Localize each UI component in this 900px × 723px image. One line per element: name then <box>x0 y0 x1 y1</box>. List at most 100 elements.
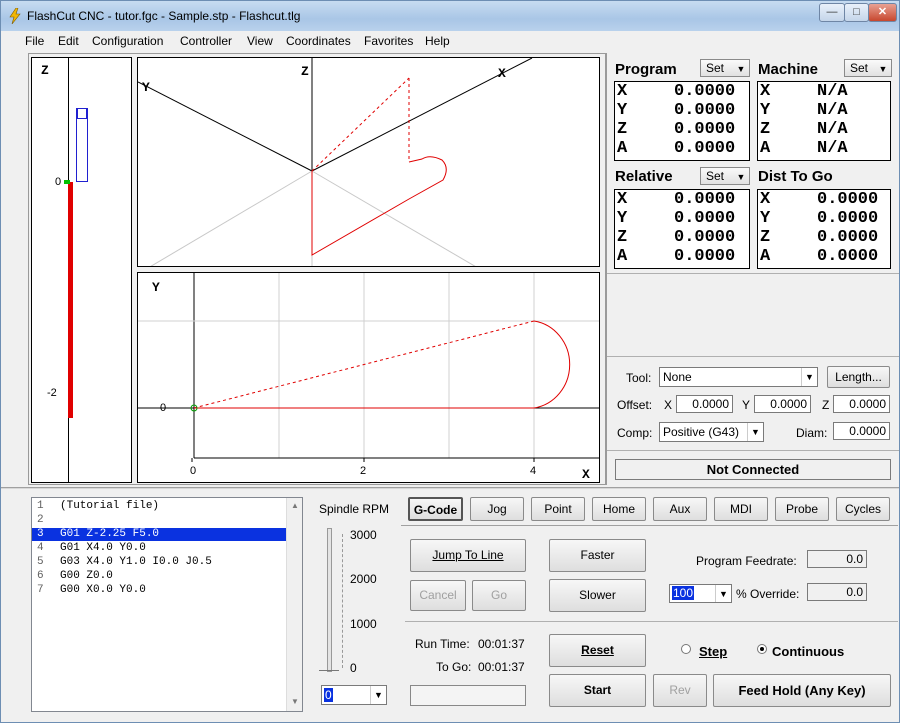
tab-point[interactable]: Point <box>531 497 585 521</box>
program-set-button[interactable]: Set ▼ <box>700 59 750 77</box>
machine-row-x-value: N/A <box>817 82 848 101</box>
z-tick-minus2: -2 <box>47 387 57 399</box>
menu-coordinates[interactable]: Coordinates <box>286 34 351 48</box>
spindle-tick-0: 0 <box>350 661 357 675</box>
close-button[interactable]: ✕ <box>868 3 897 22</box>
offset-z-field[interactable]: 0.0000 <box>833 395 890 413</box>
spindle-slider-track[interactable] <box>327 528 332 672</box>
start-button[interactable]: Start <box>549 674 646 707</box>
gcode-list[interactable]: 1 (Tutorial file) 2 3 G01 Z-2.25 F5.0 4 G01… <box>31 497 303 712</box>
menu-view[interactable]: View <box>247 34 273 48</box>
dist-row-y-value: 0.0000 <box>817 209 879 228</box>
step-radio[interactable] <box>681 644 691 654</box>
scroll-down-icon[interactable]: ▼ <box>287 694 302 710</box>
program-row-x-axis: X <box>617 82 628 101</box>
jump-to-line-button[interactable]: Jump To Line <box>410 539 526 572</box>
dist-row-z-value: 0.0000 <box>817 228 879 247</box>
menu-controller[interactable]: Controller <box>180 34 232 48</box>
program-row-x-value: 0.0000 <box>674 82 736 101</box>
to-go-label: To Go: <box>436 660 472 674</box>
scroll-up-icon[interactable]: ▲ <box>287 498 302 514</box>
machine-row-y-axis: Y <box>760 101 771 120</box>
iso-view-canvas <box>138 58 533 266</box>
spindle-select[interactable]: 0 ▼ <box>321 685 387 705</box>
spindle-tick-1000: 1000 <box>350 617 377 631</box>
gcode-line-2[interactable]: 2 <box>32 514 286 527</box>
spindle-slider-thumb[interactable] <box>319 661 339 671</box>
tab-probe[interactable]: Probe <box>775 497 829 521</box>
tool-label: Tool: <box>626 371 652 385</box>
diam-label: Diam: <box>796 426 828 440</box>
gcode-line-3-selected[interactable]: 3 G01 Z-2.25 F5.0 <box>32 528 286 541</box>
machine-row-y-value: N/A <box>817 101 848 120</box>
window-title: FlashCut CNC - tutor.fgc - Sample.stp - … <box>27 9 301 23</box>
spindle-tick-2000: 2000 <box>350 572 377 586</box>
diam-field[interactable]: 0.0000 <box>833 422 890 440</box>
program-row-a-value: 0.0000 <box>674 139 736 158</box>
machine-title: Machine <box>758 61 819 78</box>
menu-help[interactable]: Help <box>425 34 450 48</box>
chevron-down-icon: ▼ <box>801 368 817 386</box>
reset-button[interactable]: Reset <box>549 634 646 667</box>
tool-divider <box>607 356 899 357</box>
chevron-down-icon: ▼ <box>736 64 746 74</box>
tab-home[interactable]: Home <box>592 497 646 521</box>
relative-row-z-axis: Z <box>617 228 628 247</box>
machine-row-a-axis: A <box>760 139 771 158</box>
gcode-line-1[interactable]: 1 (Tutorial file) <box>32 500 286 513</box>
relative-set-button[interactable]: Set ▼ <box>700 167 750 185</box>
feed-hold-button[interactable]: Feed Hold (Any Key) <box>713 674 891 707</box>
offset-x-field[interactable]: 0.0000 <box>676 395 733 413</box>
gcode-line-6[interactable]: 6 G00 Z0.0 <box>32 570 286 583</box>
tool-select[interactable]: None ▼ <box>659 367 818 387</box>
chevron-down-icon: ▼ <box>747 423 763 441</box>
dist-row-x-value: 0.0000 <box>817 190 879 209</box>
relative-row-a-value: 0.0000 <box>674 247 736 266</box>
iso-label-z: Z <box>301 64 309 79</box>
program-row-y-value: 0.0000 <box>674 101 736 120</box>
length-button[interactable]: Length... <box>827 366 890 388</box>
bottom-area-divider <box>1 487 899 489</box>
tab-aux[interactable]: Aux <box>653 497 707 521</box>
maximize-button[interactable]: □ <box>844 3 869 22</box>
tab-mdi[interactable]: MDI <box>714 497 768 521</box>
relative-row-y-axis: Y <box>617 209 628 228</box>
rev-button[interactable]: Rev <box>653 674 707 707</box>
continuous-radio[interactable] <box>757 644 767 654</box>
tab-gcode[interactable]: G-Code <box>408 497 463 521</box>
chevron-down-icon: ▼ <box>715 585 731 602</box>
offset-z-label: Z <box>822 398 830 412</box>
gcode-scrollbar[interactable]: ▲ ▼ <box>286 498 302 711</box>
progress-bar <box>410 685 526 706</box>
override-select[interactable]: 100 ▼ <box>669 584 732 603</box>
offset-x-label: X <box>664 398 673 412</box>
dist-row-z-axis: Z <box>760 228 771 247</box>
title-bar: FlashCut CNC - tutor.fgc - Sample.stp - … <box>1 1 899 31</box>
menu-file[interactable]: File <box>25 34 44 48</box>
tab-cycles[interactable]: Cycles <box>836 497 890 521</box>
faster-button[interactable]: Faster <box>549 539 646 572</box>
offset-label: Offset: <box>617 398 653 412</box>
flashcut-logo-icon <box>9 8 21 24</box>
tool-divider-bottom <box>607 450 899 451</box>
minimize-button[interactable]: — <box>819 3 845 22</box>
relative-row-x-value: 0.0000 <box>674 190 736 209</box>
menu-edit[interactable]: Edit <box>58 34 79 48</box>
go-button[interactable]: Go <box>472 580 526 611</box>
z-gauge-marker <box>64 180 70 184</box>
menu-favorites[interactable]: Favorites <box>364 34 413 48</box>
machine-row-x-axis: X <box>760 82 771 101</box>
gcode-line-7[interactable]: 7 G00 X0.0 Y0.0 <box>32 584 286 597</box>
program-row-y-axis: Y <box>617 101 628 120</box>
comp-select[interactable]: Positive (G43) ▼ <box>659 422 764 442</box>
dist-row-x-axis: X <box>760 190 771 209</box>
tab-jog[interactable]: Jog <box>470 497 524 521</box>
gcode-line-4[interactable]: 4 G01 X4.0 Y0.0 <box>32 542 286 555</box>
program-row-z-axis: Z <box>617 120 628 139</box>
gcode-line-5[interactable]: 5 G03 X4.0 Y1.0 I0.0 J0.5 <box>32 556 286 569</box>
offset-y-field[interactable]: 0.0000 <box>754 395 811 413</box>
slower-button[interactable]: Slower <box>549 579 646 612</box>
machine-set-button[interactable]: Set ▼ <box>844 59 892 77</box>
cancel-button[interactable]: Cancel <box>410 580 466 611</box>
menu-configuration[interactable]: Configuration <box>92 34 163 48</box>
